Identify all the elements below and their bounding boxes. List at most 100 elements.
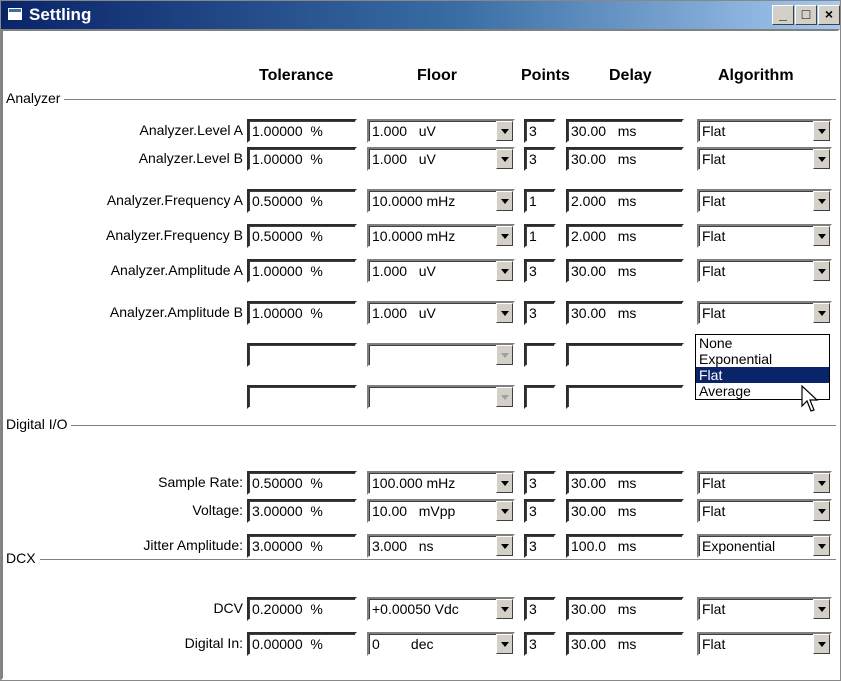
chevron-down-icon[interactable] [496,261,513,281]
tolerance-field[interactable]: 0.50000 % [247,224,357,248]
points-field[interactable]: 1 [524,189,556,213]
algorithm-combo[interactable]: Flat [697,632,832,656]
floor-combo[interactable]: +0.00050 Vdc [367,597,515,621]
delay-field[interactable]: 30.00 ms [566,471,684,495]
floor-value: 10.0000 mHz [372,228,456,244]
chevron-down-icon[interactable] [813,599,830,619]
chevron-down-icon[interactable] [496,599,513,619]
floor-combo[interactable]: 10.0000 mHz [367,189,515,213]
chevron-down-icon[interactable] [496,473,513,493]
floor-combo[interactable]: 0 dec [367,632,515,656]
points-field[interactable]: 3 [524,119,556,143]
algorithm-combo[interactable]: Flat [697,189,832,213]
chevron-down-icon[interactable] [813,303,830,323]
chevron-down-icon[interactable] [496,121,513,141]
chevron-down-icon[interactable] [813,501,830,521]
algorithm-value: Exponential [702,538,776,554]
chevron-down-icon[interactable] [813,261,830,281]
column-header-floor: Floor [417,67,457,84]
algorithm-combo[interactable]: Flat [697,147,832,171]
algorithm-combo[interactable]: Flat [697,597,832,621]
chevron-down-icon[interactable] [813,149,830,169]
tolerance-field[interactable]: 0.20000 % [247,597,357,621]
points-field[interactable]: 3 [524,471,556,495]
floor-combo[interactable]: 1.000 uV [367,301,515,325]
minimize-button[interactable]: _ [772,5,794,25]
algorithm-combo[interactable]: Exponential [697,534,832,558]
chevron-down-icon[interactable] [813,634,830,654]
delay-field[interactable]: 100.0 ms [566,534,684,558]
algorithm-combo[interactable]: Flat [697,259,832,283]
floor-combo[interactable]: 1.000 uV [367,259,515,283]
delay-field[interactable]: 30.00 ms [566,597,684,621]
points-field[interactable]: 3 [524,597,556,621]
algorithm-combo[interactable]: Flat [697,301,832,325]
tolerance-field[interactable]: 1.00000 % [247,301,357,325]
row-label: Jitter Amplitude: [143,537,243,553]
points-field[interactable]: 3 [524,301,556,325]
points-field[interactable]: 1 [524,224,556,248]
chevron-down-icon[interactable] [496,634,513,654]
delay-field[interactable]: 30.00 ms [566,119,684,143]
tolerance-field[interactable]: 0.50000 % [247,471,357,495]
algorithm-combo[interactable]: Flat [697,119,832,143]
tolerance-field[interactable]: 3.00000 % [247,499,357,523]
delay-field[interactable]: 2.000 ms [566,189,684,213]
maximize-button[interactable]: □ [795,5,817,25]
chevron-down-icon [496,345,513,365]
floor-combo[interactable]: 1.000 uV [367,119,515,143]
chevron-down-icon[interactable] [813,536,830,556]
delay-field[interactable]: 30.00 ms [566,632,684,656]
dropdown-option-exponential[interactable]: Exponential [696,351,829,367]
floor-value: 0 dec [372,636,434,652]
chevron-down-icon[interactable] [496,501,513,521]
chevron-down-icon[interactable] [813,191,830,211]
tolerance-field[interactable]: 3.00000 % [247,534,357,558]
tolerance-field[interactable]: 1.00000 % [247,147,357,171]
chevron-down-icon[interactable] [813,226,830,246]
delay-field[interactable]: 30.00 ms [566,259,684,283]
floor-combo[interactable]: 3.000 ns [367,534,515,558]
group-divider [6,559,836,561]
delay-field[interactable]: 2.000 ms [566,224,684,248]
floor-combo[interactable]: 10.00 mVpp [367,499,515,523]
chevron-down-icon[interactable] [813,473,830,493]
row-label: Sample Rate: [158,474,243,490]
tolerance-field[interactable]: 1.00000 % [247,119,357,143]
window-icon [7,7,23,21]
title-bar[interactable]: Settling _ □ × [1,1,840,29]
chevron-down-icon[interactable] [496,536,513,556]
points-field[interactable]: 3 [524,147,556,171]
chevron-down-icon[interactable] [496,303,513,323]
close-button[interactable]: × [818,5,840,25]
floor-combo[interactable]: 1.000 uV [367,147,515,171]
delay-field[interactable]: 30.00 ms [566,147,684,171]
dropdown-option-flat[interactable]: Flat [696,367,829,383]
tolerance-field[interactable]: 1.00000 % [247,259,357,283]
algorithm-value: Flat [702,123,726,139]
points-field[interactable]: 3 [524,259,556,283]
chevron-down-icon[interactable] [496,149,513,169]
tolerance-field[interactable]: 0.50000 % [247,189,357,213]
floor-combo[interactable]: 100.000 mHz [367,471,515,495]
floor-value: 10.0000 mHz [372,193,456,209]
chevron-down-icon[interactable] [496,226,513,246]
group-label-analyzer: Analyzer [6,90,65,106]
dropdown-option-none[interactable]: None [696,335,829,351]
points-field[interactable]: 3 [524,632,556,656]
delay-field[interactable]: 30.00 ms [566,301,684,325]
algorithm-combo[interactable]: Flat [697,499,832,523]
algorithm-combo[interactable]: Flat [697,471,832,495]
row-label: Analyzer.Amplitude A [110,262,243,278]
window-title: Settling [29,5,92,24]
chevron-down-icon[interactable] [496,191,513,211]
chevron-down-icon[interactable] [813,121,830,141]
floor-value: 10.00 mVpp [372,503,456,519]
algorithm-combo[interactable]: Flat [697,224,832,248]
floor-combo[interactable]: 10.0000 mHz [367,224,515,248]
points-field[interactable]: 3 [524,534,556,558]
chevron-down-icon [496,387,513,407]
points-field[interactable]: 3 [524,499,556,523]
tolerance-field[interactable]: 0.00000 % [247,632,357,656]
delay-field[interactable]: 30.00 ms [566,499,684,523]
